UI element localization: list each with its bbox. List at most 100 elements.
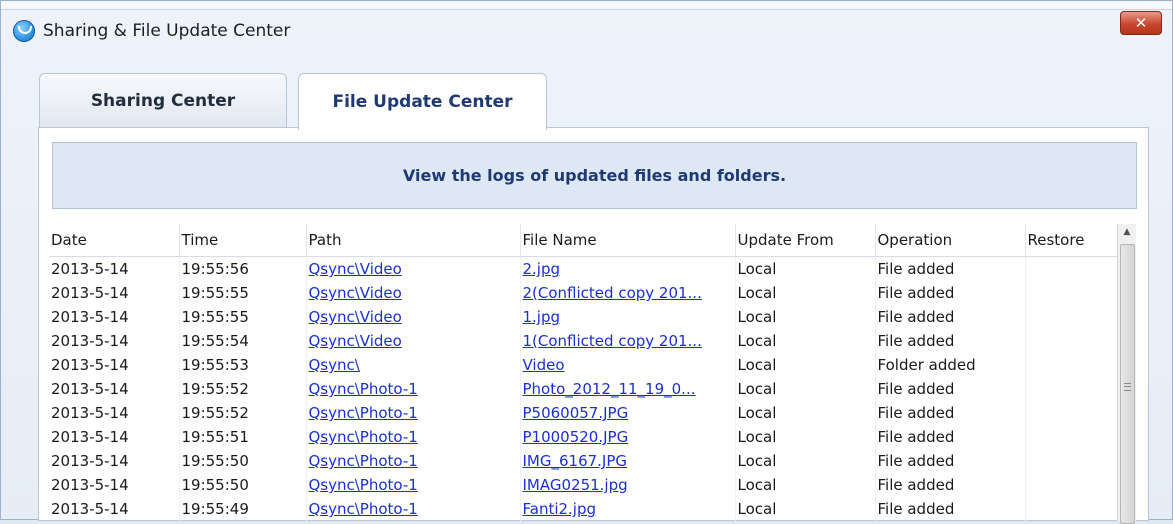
- table-header-row: Date Time Path File Name Update From Ope…: [49, 224, 1118, 257]
- table-body: 2013-5-14 19:55:56 Qsync\Video 2.jpg Local Fi…: [49, 256, 1118, 521]
- cell-file-name-link[interactable]: IMG_6167.JPG: [520, 449, 736, 473]
- cell-file-name-link[interactable]: 1.jpg: [520, 305, 736, 329]
- cell-file-name-link[interactable]: P5060057.JPG: [520, 401, 736, 425]
- column-header-operation[interactable]: Operation: [875, 224, 1026, 257]
- cell-file-name-link[interactable]: 2.jpg: [520, 256, 736, 281]
- cell-path-link[interactable]: Qsync\Photo-1: [306, 401, 521, 425]
- cell-update-from: Local: [735, 449, 876, 473]
- cell-operation: File added: [875, 329, 1026, 353]
- title-bar[interactable]: Sharing & File Update Center: [1, 9, 1172, 53]
- cell-file-name-link[interactable]: P1000520.JPG: [520, 425, 736, 449]
- window-title: Sharing & File Update Center: [43, 21, 291, 41]
- cell-time: 19:55:55: [179, 305, 307, 329]
- cell-path-link[interactable]: Qsync\Video: [306, 256, 521, 281]
- cell-restore: [1025, 329, 1118, 353]
- close-button[interactable]: ✕: [1120, 11, 1162, 35]
- cell-operation: File added: [875, 305, 1026, 329]
- table-row[interactable]: 2013-5-14 19:55:50 Qsync\Photo-1 IMG_6167.J…: [49, 449, 1118, 473]
- cell-time: 19:55:50: [179, 449, 307, 473]
- cell-time: 19:55:56: [179, 256, 307, 281]
- cell-operation: File added: [875, 425, 1026, 449]
- column-header-update-from[interactable]: Update From: [735, 224, 876, 257]
- vertical-scrollbar[interactable]: ▲: [1117, 224, 1136, 524]
- table-row[interactable]: 2013-5-14 19:55:55 Qsync\Video 1.jpg Local Fi…: [49, 305, 1118, 329]
- cell-time: 19:55:51: [179, 425, 307, 449]
- cell-file-name-link[interactable]: Video: [520, 353, 736, 377]
- table-row[interactable]: 2013-5-14 19:55:55 Qsync\Video 2(Conflicted…: [49, 281, 1118, 305]
- cell-time: 19:55:50: [179, 473, 307, 497]
- cell-update-from: Local: [735, 497, 876, 521]
- cell-update-from: Local: [735, 256, 876, 281]
- table-row[interactable]: 2013-5-14 19:55:50 Qsync\Photo-1 IMAG0251.j…: [49, 473, 1118, 497]
- column-header-path[interactable]: Path: [306, 224, 521, 257]
- cell-operation: File added: [875, 449, 1026, 473]
- scrollbar-thumb[interactable]: [1120, 244, 1135, 524]
- cell-update-from: Local: [735, 425, 876, 449]
- cell-operation: File added: [875, 256, 1026, 281]
- cell-time: 19:55:52: [179, 377, 307, 401]
- cell-time: 19:55:52: [179, 401, 307, 425]
- cell-update-from: Local: [735, 329, 876, 353]
- file-update-panel: View the logs of updated files and folde…: [38, 127, 1149, 524]
- table-row[interactable]: 2013-5-14 19:55:49 Qsync\Photo-1 Fanti2.jpg…: [49, 497, 1118, 521]
- cell-time: 19:55:53: [179, 353, 307, 377]
- column-header-date[interactable]: Date: [49, 224, 180, 257]
- cell-date: 2013-5-14: [49, 305, 180, 329]
- scrollbar-grip-icon: [1124, 383, 1131, 391]
- cell-path-link[interactable]: Qsync\Photo-1: [306, 473, 521, 497]
- cell-operation: File added: [875, 377, 1026, 401]
- cell-path-link[interactable]: Qsync\: [306, 353, 521, 377]
- cell-operation: Folder added: [875, 353, 1026, 377]
- column-header-time[interactable]: Time: [179, 224, 307, 257]
- cell-operation: File added: [875, 401, 1026, 425]
- cell-update-from: Local: [735, 305, 876, 329]
- qsync-app-icon: [13, 20, 35, 42]
- update-log-table: Date Time Path File Name Update From Ope…: [49, 224, 1118, 521]
- table-row[interactable]: 2013-5-14 19:55:52 Qsync\Photo-1 P5060057.J…: [49, 401, 1118, 425]
- cell-restore: [1025, 353, 1118, 377]
- cell-file-name-link[interactable]: IMAG0251.jpg: [520, 473, 736, 497]
- cell-file-name-link[interactable]: 1(Conflicted copy 201...: [520, 329, 736, 353]
- table-row[interactable]: 2013-5-14 19:55:53 Qsync\ Video Local Folder …: [49, 353, 1118, 377]
- table-row[interactable]: 2013-5-14 19:55:56 Qsync\Video 2.jpg Local Fi…: [49, 256, 1118, 281]
- cell-restore: [1025, 256, 1118, 281]
- cell-path-link[interactable]: Qsync\Photo-1: [306, 425, 521, 449]
- table-row[interactable]: 2013-5-14 19:55:52 Qsync\Photo-1 Photo_2012…: [49, 377, 1118, 401]
- cell-file-name-link[interactable]: Fanti2.jpg: [520, 497, 736, 521]
- cell-restore: [1025, 497, 1118, 521]
- cell-path-link[interactable]: Qsync\Photo-1: [306, 377, 521, 401]
- column-header-file-name[interactable]: File Name: [520, 224, 736, 257]
- column-header-restore[interactable]: Restore: [1025, 224, 1118, 257]
- cell-update-from: Local: [735, 473, 876, 497]
- cell-file-name-link[interactable]: Photo_2012_11_19_0...: [520, 377, 736, 401]
- table-row[interactable]: 2013-5-14 19:55:51 Qsync\Photo-1 P1000520.J…: [49, 425, 1118, 449]
- cell-time: 19:55:54: [179, 329, 307, 353]
- cell-date: 2013-5-14: [49, 377, 180, 401]
- cell-time: 19:55:55: [179, 281, 307, 305]
- info-banner: View the logs of updated files and folde…: [52, 142, 1137, 209]
- cell-path-link[interactable]: Qsync\Video: [306, 329, 521, 353]
- cell-file-name-link[interactable]: 2(Conflicted copy 201...: [520, 281, 736, 305]
- cell-restore: [1025, 281, 1118, 305]
- tab-sharing-center[interactable]: Sharing Center: [39, 73, 287, 128]
- cell-path-link[interactable]: Qsync\Video: [306, 305, 521, 329]
- scroll-up-arrow-icon[interactable]: ▲: [1118, 224, 1136, 240]
- table-row[interactable]: 2013-5-14 19:55:54 Qsync\Video 1(Conflicted…: [49, 329, 1118, 353]
- tab-file-update-center[interactable]: File Update Center: [298, 73, 547, 130]
- cell-restore: [1025, 473, 1118, 497]
- cell-path-link[interactable]: Qsync\Video: [306, 281, 521, 305]
- cell-date: 2013-5-14: [49, 401, 180, 425]
- cell-time: 19:55:49: [179, 497, 307, 521]
- cell-path-link[interactable]: Qsync\Photo-1: [306, 449, 521, 473]
- cell-path-link[interactable]: Qsync\Photo-1: [306, 497, 521, 521]
- cell-update-from: Local: [735, 281, 876, 305]
- cell-date: 2013-5-14: [49, 473, 180, 497]
- cell-restore: [1025, 401, 1118, 425]
- cell-operation: File added: [875, 473, 1026, 497]
- cell-date: 2013-5-14: [49, 256, 180, 281]
- cell-restore: [1025, 449, 1118, 473]
- cell-date: 2013-5-14: [49, 353, 180, 377]
- app-window: Sharing & File Update Center ✕ Sharing C…: [0, 0, 1173, 524]
- cell-restore: [1025, 425, 1118, 449]
- cell-restore: [1025, 377, 1118, 401]
